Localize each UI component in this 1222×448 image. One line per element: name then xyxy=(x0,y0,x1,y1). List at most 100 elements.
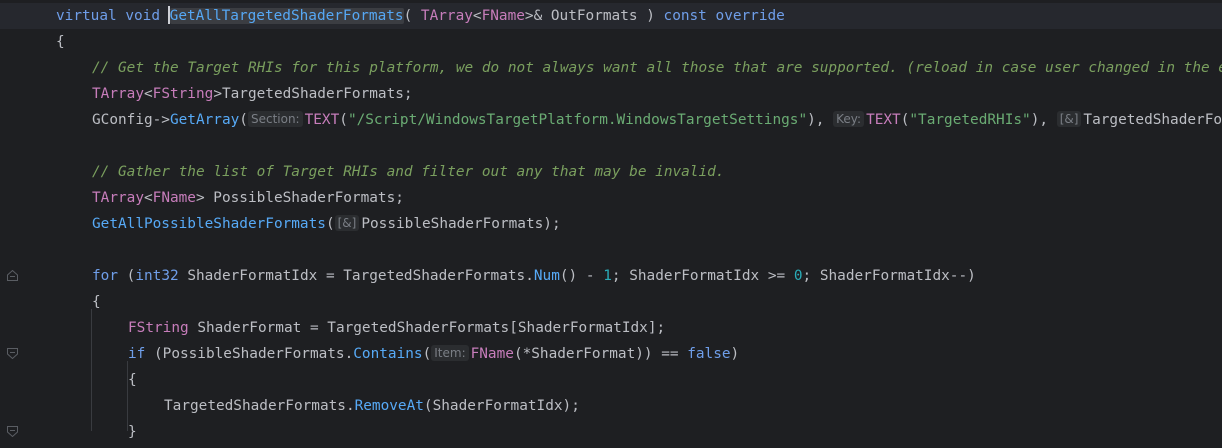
inlay-hint: [&] xyxy=(334,215,360,231)
code-line[interactable]: GConfig->GetArray(Section: TEXT("/Script/… xyxy=(0,107,1222,133)
code-line[interactable]: virtual void GetAllTargetedShaderFormats… xyxy=(0,3,1222,29)
code-token: ( xyxy=(118,268,136,284)
code-line[interactable]: if (PossibleShaderFormats.Contains(Item:… xyxy=(0,341,1222,367)
code-line-content: { xyxy=(56,29,65,55)
code-token: TEXT xyxy=(866,112,901,128)
code-token: } xyxy=(128,424,137,440)
code-line[interactable]: // Gather the list of Target RHIs and fi… xyxy=(0,159,1222,185)
code-line-content: GConfig->GetArray(Section: TEXT("/Script/… xyxy=(92,107,1222,133)
code-line[interactable] xyxy=(0,133,1222,159)
code-token: false xyxy=(687,346,731,362)
inlay-hint: [&] xyxy=(1056,111,1082,127)
code-line-content: FString ShaderFormat = TargetedShaderFor… xyxy=(128,315,665,341)
code-token: "TargetedRHIs" xyxy=(909,112,1031,128)
code-token: < xyxy=(143,190,153,206)
code-token: TEXT xyxy=(304,112,340,128)
code-token: TargetedShaderFormats, GEngineIni); xyxy=(1083,112,1222,128)
code-line[interactable]: // Get the Target RHIs for this platform… xyxy=(0,55,1222,81)
code-token: Num xyxy=(533,268,560,284)
code-token: 0 xyxy=(793,268,803,284)
code-token: FName xyxy=(481,8,525,24)
code-token: GConfig-> xyxy=(92,112,170,128)
code-token: // Get the Target RHIs for this platform… xyxy=(92,60,1222,76)
code-token: ), xyxy=(807,112,834,128)
code-line[interactable]: TargetedShaderFormats.RemoveAt(ShaderFor… xyxy=(0,393,1222,419)
code-token: { xyxy=(56,34,65,50)
code-token: int32 xyxy=(135,268,179,284)
code-token: < xyxy=(143,86,153,102)
code-line-content: { xyxy=(128,367,137,393)
code-line[interactable] xyxy=(0,237,1222,263)
code-line-content: TargetedShaderFormats.RemoveAt(ShaderFor… xyxy=(164,393,580,419)
code-line[interactable]: } xyxy=(0,419,1222,445)
code-line[interactable]: { xyxy=(0,367,1222,393)
code-token: ( xyxy=(403,8,421,24)
code-token: (*ShaderFormat)) == xyxy=(513,346,688,362)
code-token: Contains xyxy=(353,346,423,362)
code-token: { xyxy=(128,372,137,388)
code-token: 1 xyxy=(603,268,612,284)
code-line-content: { xyxy=(92,289,101,315)
code-token: "/Script/WindowsTargetPlatform.WindowsTa… xyxy=(347,112,808,128)
code-token: TArray xyxy=(420,8,473,24)
code-token: virtual xyxy=(56,8,117,24)
code-token: (PossibleShaderFormats. xyxy=(145,346,354,362)
code-line[interactable]: TArray<FString>TargetedShaderFormats; xyxy=(0,81,1222,107)
indent-guide xyxy=(91,309,92,431)
code-line-content: if (PossibleShaderFormats.Contains(Item:… xyxy=(128,341,739,367)
code-token: for xyxy=(92,268,118,284)
code-line[interactable]: TArray<FName> PossibleShaderFormats; xyxy=(0,185,1222,211)
code-token: ) xyxy=(730,346,740,362)
code-token: > PossibleShaderFormats; xyxy=(195,190,404,206)
code-token: override xyxy=(715,8,785,24)
code-token: if xyxy=(128,346,146,362)
code-token: ( xyxy=(239,112,248,128)
code-token: GetAllPossibleShaderFormats xyxy=(92,216,326,232)
code-line[interactable]: FString ShaderFormat = TargetedShaderFor… xyxy=(0,315,1222,341)
code-token: RemoveAt xyxy=(354,398,424,414)
code-token: { xyxy=(92,294,101,310)
code-token: ; ShaderFormatIdx--) xyxy=(802,268,976,284)
code-line-content: GetAllPossibleShaderFormats([&] PossibleS… xyxy=(92,211,561,237)
code-token: TArray xyxy=(92,86,144,102)
code-token: PossibleShaderFormats); xyxy=(361,216,561,232)
code-token: FName xyxy=(152,190,196,206)
code-editor[interactable]: virtual void GetAllTargetedShaderFormats… xyxy=(0,0,1222,448)
code-line-content: // Get the Target RHIs for this platform… xyxy=(92,55,1222,81)
code-line-content: virtual void GetAllTargetedShaderFormats… xyxy=(56,3,785,29)
code-token: // Gather the list of Target RHIs and fi… xyxy=(92,164,725,180)
code-line-content: // Gather the list of Target RHIs and fi… xyxy=(92,159,724,185)
code-token: (ShaderFormatIdx); xyxy=(423,398,580,414)
code-token: ShaderFormatIdx = TargetedShaderFormats. xyxy=(178,268,534,284)
code-line[interactable]: GetAllPossibleShaderFormats([&] PossibleS… xyxy=(0,211,1222,237)
code-line[interactable]: { xyxy=(0,289,1222,315)
code-line[interactable]: { xyxy=(0,29,1222,55)
code-token: TargetedShaderFormats. xyxy=(164,398,355,414)
inlay-hint: Item: xyxy=(431,345,469,361)
code-area[interactable]: virtual void GetAllTargetedShaderFormats… xyxy=(0,0,1222,448)
code-token: ), xyxy=(1030,112,1057,128)
code-token: () - xyxy=(559,268,604,284)
code-token: GetAllTargetedShaderFormats xyxy=(169,8,404,24)
code-token: ; ShaderFormatIdx >= xyxy=(611,268,794,284)
code-line-content: } xyxy=(128,419,137,445)
indent-guide xyxy=(127,413,128,431)
code-token: ( xyxy=(325,216,335,232)
code-token: const xyxy=(663,8,707,24)
code-line[interactable]: for (int32 ShaderFormatIdx = TargetedSha… xyxy=(0,263,1222,289)
code-token: TArray xyxy=(92,190,144,206)
code-token: ( xyxy=(339,112,348,128)
code-token: GetArray xyxy=(169,112,240,128)
inlay-hint: Key: xyxy=(833,111,865,127)
code-token: FString xyxy=(152,86,214,102)
code-token: void xyxy=(125,8,160,24)
code-token: ShaderFormat = TargetedShaderFormats[Sha… xyxy=(188,320,666,336)
code-line-content: for (int32 ShaderFormatIdx = TargetedSha… xyxy=(92,263,976,289)
code-line-content: TArray<FString>TargetedShaderFormats; xyxy=(92,81,413,107)
code-token: FName xyxy=(470,346,514,362)
code-token: FString xyxy=(128,320,189,336)
code-token: ( xyxy=(422,346,432,362)
code-token: >& OutFormats ) xyxy=(524,8,664,24)
inlay-hint: Section: xyxy=(247,111,303,127)
